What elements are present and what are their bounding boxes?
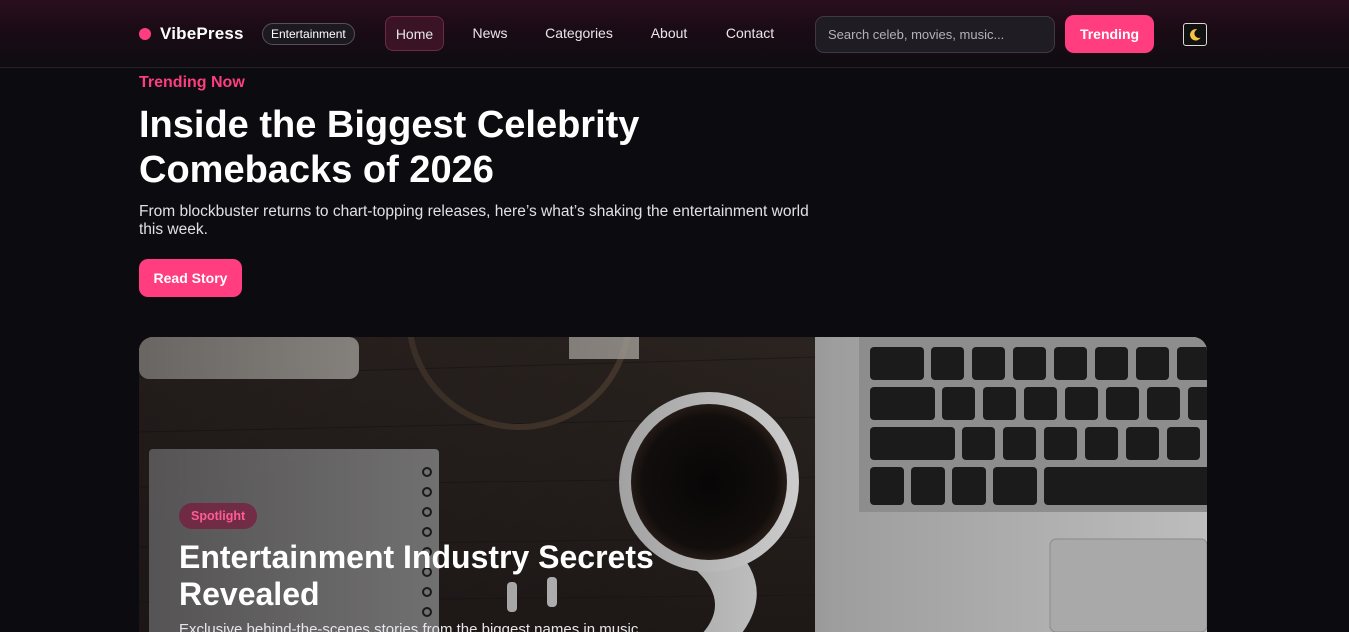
- nav-item-news[interactable]: News: [470, 16, 510, 51]
- theme-toggle-button[interactable]: [1183, 23, 1207, 46]
- nav-item-contact[interactable]: Contact: [724, 16, 776, 51]
- nav-item-categories[interactable]: Categories: [544, 16, 614, 51]
- brand-category-badge: Entertainment: [262, 23, 355, 45]
- feature-card[interactable]: Spotlight Entertainment Industry Secrets…: [139, 337, 1207, 632]
- read-story-button[interactable]: Read Story: [139, 259, 242, 297]
- feature-title[interactable]: Entertainment Industry Secrets Revealed: [179, 539, 739, 613]
- brand-name[interactable]: VibePress: [160, 24, 244, 44]
- hero-kicker: Trending Now: [139, 74, 245, 91]
- top-navbar: VibePress Entertainment Home News Catego…: [0, 0, 1349, 68]
- brand-logo-dot: [139, 28, 151, 40]
- nav-item-home[interactable]: Home: [385, 16, 444, 51]
- hero-title: Inside the Biggest Celebrity Comebacks o…: [139, 104, 640, 191]
- feature-description: Exclusive behind-the-scenes stories from…: [179, 621, 639, 632]
- nav-item-about[interactable]: About: [649, 16, 689, 51]
- trending-button[interactable]: Trending: [1065, 15, 1154, 53]
- hero-description: From blockbuster returns to chart-toppin…: [139, 203, 809, 238]
- moon-icon: [1190, 28, 1201, 41]
- spotlight-badge: Spotlight: [179, 503, 258, 529]
- search-input[interactable]: [815, 16, 1055, 53]
